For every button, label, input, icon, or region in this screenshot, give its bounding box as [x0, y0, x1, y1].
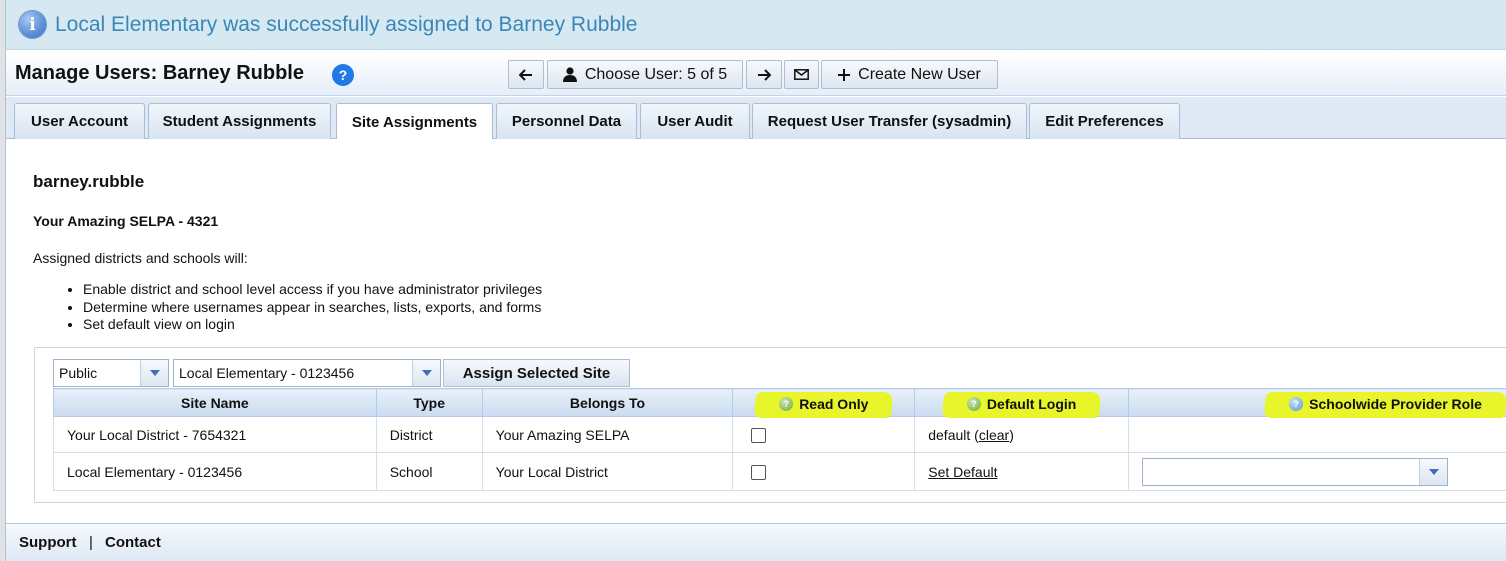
- site-assignments-table: Site Name Type Belongs To ? Read Only ? …: [53, 388, 1506, 491]
- list-item: Set default view on login: [83, 316, 542, 334]
- tab-personnel-data[interactable]: Personnel Data: [496, 103, 637, 139]
- assign-selected-site-button[interactable]: Assign Selected Site: [443, 359, 630, 387]
- default-login-cell: default (clear): [914, 416, 1130, 453]
- chevron-down-icon: [140, 360, 168, 386]
- highlight-mark: ? Schoolwide Provider Role: [1289, 396, 1482, 412]
- list-item: Determine where usernames appear in sear…: [83, 299, 542, 317]
- provider-role-cell: [1128, 452, 1506, 491]
- help-icon[interactable]: ?: [1289, 396, 1304, 411]
- read-only-checkbox[interactable]: [751, 464, 767, 480]
- choose-user-button[interactable]: Choose User: 5 of 5: [547, 60, 743, 89]
- plus-icon: [838, 68, 851, 81]
- default-label: default (: [928, 426, 979, 443]
- list-item: Enable district and school level access …: [83, 281, 542, 299]
- page-title: Manage Users: Barney Rubble: [15, 62, 304, 84]
- email-user-button[interactable]: [784, 60, 819, 89]
- create-new-user-button[interactable]: Create New User: [821, 60, 998, 89]
- arrow-left-icon: [519, 68, 532, 81]
- clear-default-link[interactable]: clear: [979, 427, 1009, 443]
- page-header: Manage Users: Barney Rubble ? Choose Use…: [6, 52, 1506, 96]
- benefits-list: Enable district and school level access …: [33, 281, 542, 334]
- tab-user-account[interactable]: User Account: [14, 103, 145, 139]
- highlight-mark: ? Read Only: [779, 396, 868, 412]
- belongs-to-cell: Your Amazing SELPA: [481, 416, 734, 453]
- support-link[interactable]: Support: [19, 534, 77, 551]
- column-header-type: Type: [375, 388, 483, 417]
- column-header-read-only: ? Read Only: [732, 388, 916, 417]
- footer-separator: |: [89, 534, 93, 551]
- read-only-header-label: Read Only: [799, 395, 869, 412]
- default-login-header-label: Default Login: [986, 395, 1077, 412]
- tab-edit-preferences[interactable]: Edit Preferences: [1029, 103, 1180, 139]
- provider-role-select[interactable]: [1142, 457, 1449, 486]
- read-only-checkbox[interactable]: [751, 427, 767, 443]
- tab-site-assignments[interactable]: Site Assignments: [336, 103, 493, 140]
- chevron-down-icon: [412, 360, 440, 386]
- type-cell: School: [375, 452, 483, 491]
- type-cell: District: [375, 416, 483, 453]
- site-name-cell: Your Local District - 7654321: [53, 416, 377, 453]
- help-icon[interactable]: ?: [779, 396, 794, 411]
- tab-request-user-transfer[interactable]: Request User Transfer (sysadmin): [752, 103, 1027, 139]
- username: barney.rubble: [33, 172, 145, 191]
- tab-bar: User Account Student Assignments Site As…: [6, 97, 1506, 140]
- site-assignments-panel: barney.rubble Your Amazing SELPA - 4321 …: [6, 139, 1506, 523]
- page-footer: Support | Contact: [6, 523, 1506, 561]
- site-select-value: Local Elementary - 0123456: [179, 365, 355, 381]
- column-header-belongs-to: Belongs To: [481, 388, 734, 417]
- choose-user-label: Choose User: 5 of 5: [584, 65, 728, 83]
- contact-link[interactable]: Contact: [105, 534, 161, 551]
- next-user-button[interactable]: [746, 60, 782, 89]
- notification-text: Local Elementary was successfully assign…: [55, 12, 638, 36]
- success-notification: i Local Elementary was successfully assi…: [6, 0, 1506, 50]
- default-label-close: ): [1009, 426, 1014, 443]
- tab-student-assignments[interactable]: Student Assignments: [148, 103, 331, 139]
- default-login-cell: Set Default: [914, 452, 1130, 491]
- info-icon: i: [19, 11, 46, 38]
- arrow-right-icon: [758, 68, 771, 81]
- tab-user-audit[interactable]: User Audit: [640, 103, 750, 139]
- provider-role-header-label: Schoolwide Provider Role: [1309, 395, 1482, 412]
- help-icon[interactable]: ?: [966, 396, 981, 411]
- highlight-mark: ? Default Login: [966, 395, 1077, 412]
- table-row: Local Elementary - 0123456 School Your L…: [53, 452, 1506, 491]
- read-only-cell: [732, 416, 916, 453]
- set-default-link[interactable]: Set Default: [928, 464, 997, 480]
- site-type-value: Public: [59, 365, 98, 381]
- site-assignment-box: Public Local Elementary - 0123456 Assign…: [34, 347, 1506, 503]
- user-icon: [562, 67, 577, 82]
- create-new-user-label: Create New User: [858, 65, 981, 83]
- column-header-site-name: Site Name: [53, 388, 377, 417]
- column-header-schoolwide-provider-role: ? Schoolwide Provider Role: [1128, 388, 1506, 417]
- read-only-cell: [732, 452, 916, 491]
- chevron-down-icon: [1419, 458, 1448, 485]
- intro-text: Assigned districts and schools will:: [33, 250, 248, 266]
- previous-user-button[interactable]: [508, 60, 544, 89]
- table-header-row: Site Name Type Belongs To ? Read Only ? …: [53, 388, 1506, 417]
- help-icon[interactable]: ?: [332, 64, 354, 86]
- belongs-to-cell: Your Local District: [481, 452, 734, 491]
- provider-role-cell: [1128, 416, 1506, 453]
- envelope-icon: [794, 69, 809, 80]
- site-select[interactable]: Local Elementary - 0123456: [173, 359, 441, 387]
- selpa-name: Your Amazing SELPA - 4321: [33, 213, 219, 229]
- site-name-cell: Local Elementary - 0123456: [53, 452, 377, 491]
- site-type-select[interactable]: Public: [53, 359, 169, 387]
- column-header-default-login: ? Default Login: [914, 388, 1130, 417]
- table-row: Your Local District - 7654321 District Y…: [53, 416, 1506, 453]
